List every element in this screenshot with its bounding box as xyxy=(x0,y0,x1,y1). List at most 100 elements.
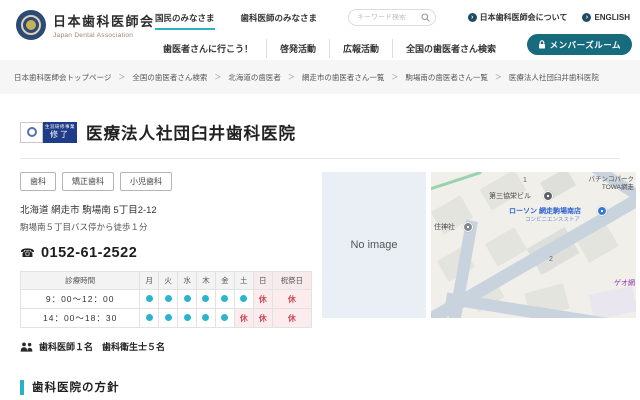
open-dot-icon xyxy=(146,295,153,302)
hours-header-time: 診療時間 xyxy=(21,272,140,290)
hours-cell xyxy=(178,290,197,309)
nav-item-go-to-dentist[interactable]: 歯医者さんに行こう！ xyxy=(150,39,266,58)
hours-row-morning: 9：00～12：00 休 休 xyxy=(21,290,312,309)
nav-tab-dentists[interactable]: 歯科医師のみなさま xyxy=(241,12,318,30)
about-jda-link[interactable]: 日本歯科医師会について xyxy=(468,12,568,23)
nav-tab-citizens[interactable]: 国民のみなさま xyxy=(155,12,215,30)
phone-number: 0152-61-2522 xyxy=(41,245,137,261)
jda-emblem-icon xyxy=(16,10,46,40)
site-header: 日本歯科医師会 Japan Dental Association 国民のみなさま… xyxy=(0,0,640,60)
map-block xyxy=(480,172,527,210)
breadcrumb-current: 医療法人社団臼井歯科医院 xyxy=(509,72,599,83)
open-dot-icon xyxy=(146,314,153,321)
secondary-nav: 歯医者さんに行こう！ 啓発活動 広報活動 全国の歯医者さん検索 xyxy=(150,39,509,58)
hours-time: 9：00～12：00 xyxy=(21,290,140,309)
english-label: ENGLISH xyxy=(594,13,630,22)
hours-cell xyxy=(234,290,253,309)
clinic-address: 北海道 網走市 駒場南 5丁目2-12 xyxy=(20,202,312,216)
hours-cell xyxy=(197,290,216,309)
open-dot-icon xyxy=(202,295,209,302)
arrow-circle-icon xyxy=(582,13,591,22)
hours-cell xyxy=(140,290,159,309)
utility-nav: 日本歯科医師会について ENGLISH xyxy=(468,12,630,23)
people-icon xyxy=(20,342,33,352)
map-label-pachinko-line1: パチンコパーク xyxy=(589,176,635,184)
breadcrumb-abashiri[interactable]: 網走市の歯医者さん一覧 xyxy=(302,72,385,83)
section-accent-bar xyxy=(20,380,24,395)
clinic-access: 駒場南５丁目バス停から徒歩１分 xyxy=(20,221,312,233)
media-column: No image 1 xyxy=(322,172,636,318)
hours-cell xyxy=(178,309,197,328)
nav-item-pr[interactable]: 広報活動 xyxy=(329,39,392,58)
map-label-shrine: 住神社 xyxy=(434,224,455,232)
phone-row: ☎ 0152-61-2522 xyxy=(20,245,312,261)
map-plot-number: 2 xyxy=(549,256,553,264)
hours-header-thu: 木 xyxy=(197,272,216,290)
badge-completed-label: 修了 xyxy=(50,131,70,139)
hours-header-holiday: 祝祭日 xyxy=(272,272,311,290)
tag-dentistry: 歯科 xyxy=(20,172,56,191)
clinic-info-column: 歯科 矯正歯科 小児歯科 北海道 網走市 駒場南 5丁目2-12 駒場南５丁目バ… xyxy=(20,172,312,353)
open-dot-icon xyxy=(184,295,191,302)
hours-cell: 休 xyxy=(234,309,253,328)
about-jda-label: 日本歯科医師会について xyxy=(480,12,568,23)
breadcrumb-search[interactable]: 全国の歯医者さん検索 xyxy=(132,72,207,83)
hours-cell xyxy=(140,309,159,328)
site-logo[interactable]: 日本歯科医師会 Japan Dental Association xyxy=(16,10,155,40)
open-dot-icon xyxy=(221,295,228,302)
hours-cell xyxy=(215,309,234,328)
breadcrumb-separator: ＞ xyxy=(118,72,125,82)
members-room-button[interactable]: メンバーズルーム xyxy=(527,34,632,55)
map-label-geo: ゲオ網 xyxy=(614,280,635,288)
search-icon[interactable] xyxy=(421,13,430,22)
breadcrumb-home[interactable]: 日本歯科医師会トップページ xyxy=(14,72,111,83)
hours-header-wed: 水 xyxy=(178,272,197,290)
hours-header-sun: 日 xyxy=(253,272,272,290)
hours-cell: 休 xyxy=(272,290,311,309)
hours-header-mon: 月 xyxy=(140,272,159,290)
hours-header-tue: 火 xyxy=(159,272,178,290)
hours-cell: 休 xyxy=(272,309,311,328)
keyword-search[interactable] xyxy=(348,9,436,26)
clinic-detail: 歯科 矯正歯科 小児歯科 北海道 網走市 駒場南 5丁目2-12 駒場南５丁目バ… xyxy=(20,172,636,353)
badge-program-label: 生涯研修事業 xyxy=(45,125,75,130)
open-dot-icon xyxy=(240,295,247,302)
open-dot-icon xyxy=(221,314,228,321)
office-hours-table: 診療時間 月 火 水 木 金 土 日 祝祭日 9：00～12：00 xyxy=(20,271,312,328)
english-link[interactable]: ENGLISH xyxy=(582,12,630,23)
location-map[interactable]: 1 パチンコパーク TOWA網走 第三協栄ビル ローソン 網走駒場南店 コンビニ… xyxy=(431,172,636,318)
certification-badge-icon: 生涯研修事業 修了 xyxy=(20,122,77,143)
map-label-pachinko-line2: TOWA網走 xyxy=(589,184,635,192)
hours-header-sat: 土 xyxy=(234,272,253,290)
logo-title: 日本歯科医師会 xyxy=(53,11,155,30)
specialty-tags: 歯科 矯正歯科 小児歯科 xyxy=(20,172,312,191)
breadcrumb-komabaminami[interactable]: 駒場南の歯医者さん一覧 xyxy=(405,72,488,83)
map-label-lawson: ローソン 網走駒場南店 xyxy=(509,208,581,216)
arrow-circle-icon xyxy=(468,13,477,22)
tag-orthodontics: 矯正歯科 xyxy=(62,172,114,191)
hours-header-row: 診療時間 月 火 水 木 金 土 日 祝祭日 xyxy=(21,272,312,290)
hours-cell: 休 xyxy=(253,290,272,309)
nav-item-dentist-search[interactable]: 全国の歯医者さん検索 xyxy=(392,39,509,58)
hours-row-afternoon: 14：00～18：30 休 休 休 xyxy=(21,309,312,328)
breadcrumb: 日本歯科医師会トップページ ＞ 全国の歯医者さん検索 ＞ 北海道の歯医者 ＞ 網… xyxy=(0,60,640,94)
title-divider xyxy=(20,158,620,159)
lock-icon xyxy=(538,40,546,49)
nav-item-awareness[interactable]: 啓発活動 xyxy=(266,39,329,58)
search-input[interactable] xyxy=(357,14,421,21)
hours-cell xyxy=(159,290,178,309)
map-marker-lawson[interactable] xyxy=(597,206,607,216)
map-marker-shrine[interactable] xyxy=(463,222,473,232)
breadcrumb-hokkaido[interactable]: 北海道の歯医者 xyxy=(228,72,281,83)
hours-header-fri: 金 xyxy=(215,272,234,290)
hours-cell xyxy=(159,309,178,328)
map-marker-building[interactable] xyxy=(543,191,553,201)
clinic-title-row: 生涯研修事業 修了 医療法人社団臼井歯科医院 xyxy=(20,120,636,144)
hours-cell xyxy=(215,290,234,309)
open-dot-icon xyxy=(184,314,191,321)
staff-row: 歯科医師１名 歯科衛生士５名 xyxy=(20,340,312,353)
no-image-label: No image xyxy=(350,239,397,251)
main-content: 生涯研修事業 修了 医療法人社団臼井歯科医院 歯科 矯正歯科 小児歯科 北海道 … xyxy=(0,120,640,395)
breadcrumb-separator: ＞ xyxy=(288,72,295,82)
map-plot-number: 1 xyxy=(523,177,527,185)
